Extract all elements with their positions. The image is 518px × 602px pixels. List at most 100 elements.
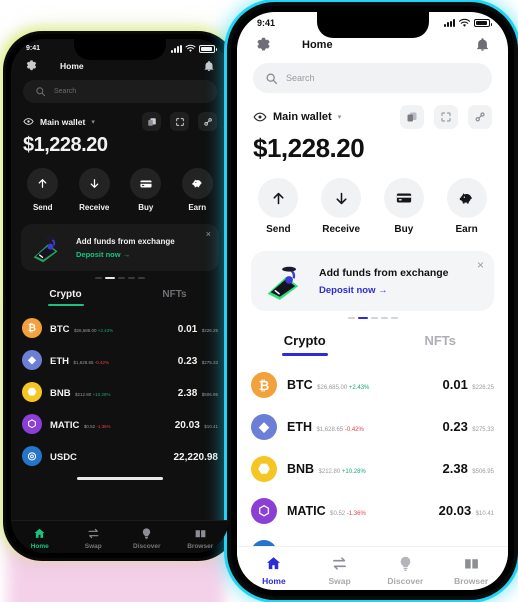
send-button[interactable]: Send [27,168,59,212]
banner-illustration [267,266,299,300]
nav-swap[interactable]: Swap [307,555,373,586]
gear-icon[interactable] [255,36,272,53]
wallet-name[interactable]: Main wallet [273,111,332,123]
earn-button[interactable]: Earn [446,178,487,235]
table-row[interactable]: ⬡ MATIC $0.52 -1.36% 20.03 $10.41 [22,408,218,440]
eye-icon[interactable] [253,110,267,124]
chevron-down-icon[interactable]: ▾ [91,118,95,126]
receive-button[interactable]: Receive [321,178,362,235]
copy-address-button[interactable] [400,105,424,129]
token-symbol: USDC [50,452,77,463]
wifi-icon [185,44,196,52]
home-icon [34,528,45,538]
token-price-change: $1,628.65 -0.42% [316,427,364,433]
buy-button[interactable]: Buy [383,178,424,235]
asset-tabs-dark: Crypto NFTs [11,289,229,306]
send-label: Send [266,224,291,235]
bell-icon[interactable] [475,37,490,52]
home-icon [267,557,281,570]
chevron-down-icon[interactable]: ▾ [338,113,342,121]
token-symbol: MATIC [50,420,80,431]
nav-browser[interactable]: Browser [438,555,504,586]
token-amount: 20.03 [174,420,200,431]
wallet-balance: $1,228.20 [253,133,365,163]
connect-button[interactable] [468,105,492,129]
deposit-now-link[interactable]: Deposit now → [319,285,482,296]
eth-icon: ◆ [22,350,42,370]
token-symbol: BTC [50,324,70,335]
swap-icon [88,528,99,539]
table-row[interactable]: ◆ ETH $1,628.65 -0.42% 0.23 $275.33 [251,406,494,448]
scan-icon [441,112,451,122]
eye-icon[interactable] [23,116,34,127]
earn-button[interactable]: Earn [181,168,213,212]
connect-button[interactable] [198,112,217,131]
promo-banner-dark[interactable]: Add funds from exchange Deposit now → × [11,224,229,279]
tab-crypto[interactable]: Crypto [11,289,120,306]
send-button[interactable]: Send [258,178,299,235]
tab-nfts[interactable]: NFTs [120,289,229,306]
copy-icon [147,117,156,126]
notch [316,12,429,38]
table-row[interactable]: ⬡ MATIC $0.52 -1.36% 20.03 $10.41 [251,490,494,532]
buy-label: Buy [394,224,414,235]
token-list-light: ₿ BTC $26,685.00 +2.43% 0.01 $226.25 ◆ E… [237,356,508,574]
send-label: Send [32,203,53,212]
search-icon [36,87,46,97]
scan-qr-button[interactable] [170,112,189,131]
token-symbol: ETH [287,420,312,434]
swap-icon [333,557,347,570]
scan-qr-button[interactable] [434,105,458,129]
bulb-icon [400,556,411,571]
credit-card-icon [383,178,424,218]
token-price-change: $0.52 -1.36% [330,511,366,517]
page-title: Home [302,38,333,51]
gear-icon[interactable] [25,59,38,72]
deposit-now-link[interactable]: Deposit now → [76,250,210,259]
table-row[interactable]: ₿ BTC $26,685.00 +2.43% 0.01 $226.25 [22,312,218,344]
copy-address-button[interactable] [142,112,161,131]
token-symbol: BNB [50,388,71,399]
piggy-bank-icon [446,178,487,218]
token-amount: 0.23 [442,419,468,434]
search-placeholder: Search [54,88,77,95]
bell-icon[interactable] [203,60,215,72]
nav-home[interactable]: Home [241,555,307,586]
eth-icon: ◆ [251,414,277,440]
wallet-selector-row: Main wallet ▾ [237,93,508,129]
app-screen-dark: 9:41 Home Search Main wallet ▾ $1,228.20… [11,39,229,553]
scan-icon [175,117,184,126]
nav-home[interactable]: Home [13,527,67,550]
bnb-icon: ⬣ [251,456,277,482]
nav-browser[interactable]: Browser [174,527,228,550]
token-amount: 2.38 [177,388,198,399]
nav-discover[interactable]: Discover [373,555,439,586]
search-input[interactable]: Search [253,63,492,93]
table-row[interactable]: ◎ USDC 22,220.98 [22,440,218,472]
token-amount: 0.23 [177,356,198,367]
copy-icon [407,112,417,122]
usdc-icon: ◎ [22,446,42,466]
buy-button[interactable]: Buy [130,168,162,212]
nav-swap[interactable]: Swap [67,527,121,550]
close-icon[interactable]: × [206,230,211,239]
receive-button[interactable]: Receive [78,168,110,212]
table-row[interactable]: ◆ ETH $1,628.65 -0.42% 0.23 $275.33 [22,344,218,376]
arrow-up-icon [258,178,299,218]
status-icons [171,44,217,53]
matic-icon: ⬡ [22,414,42,434]
tab-nfts[interactable]: NFTs [373,333,509,356]
close-icon[interactable]: × [477,259,484,271]
table-row[interactable]: ⬣ BNB $212.80 +10.28% 2.38 $506.95 [22,376,218,408]
table-row[interactable]: ⬣ BNB $212.80 +10.28% 2.38 $506.95 [251,448,494,490]
notch [74,39,166,60]
tab-crypto[interactable]: Crypto [237,333,373,356]
search-input[interactable]: Search [23,80,217,103]
nav-swap-label: Swap [328,576,351,586]
nav-discover[interactable]: Discover [120,527,174,550]
wallet-name[interactable]: Main wallet [40,117,85,127]
table-row[interactable]: ₿ BTC $26,685.00 +2.43% 0.01 $226.25 [251,364,494,406]
bottom-nav-dark: Home Swap Discover Browser [11,520,229,553]
cellular-signal-icon [171,44,182,53]
promo-banner-light[interactable]: Add funds from exchange Deposit now → × [237,251,508,319]
